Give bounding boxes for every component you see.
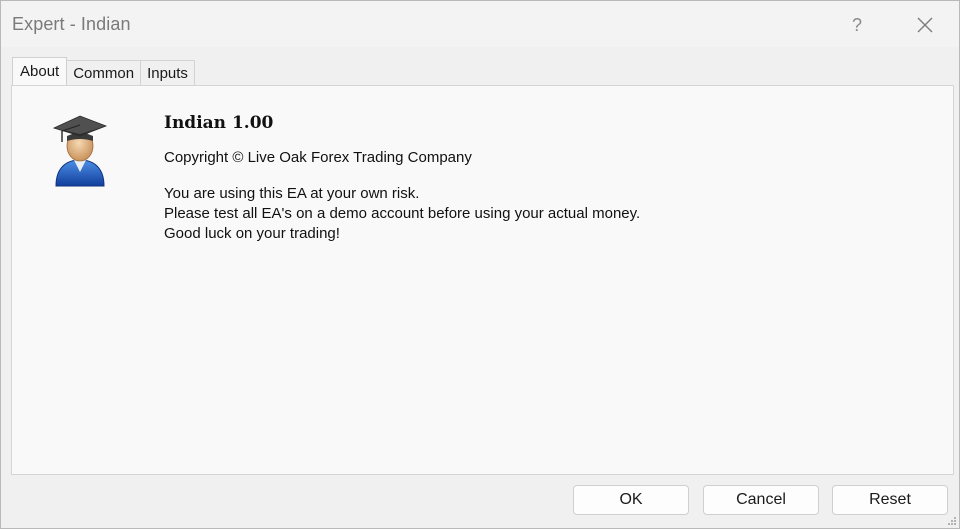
close-button[interactable]	[905, 9, 945, 41]
window-title: Expert - Indian	[12, 14, 131, 34]
about-panel: Indian 1.00 Copyright © Live Oak Forex T…	[11, 85, 954, 475]
tab-inputs[interactable]: Inputs	[140, 60, 195, 85]
help-icon: ?	[851, 14, 862, 35]
copyright-text: Copyright © Live Oak Forex Trading Compa…	[164, 149, 472, 166]
reset-button[interactable]: Reset	[832, 485, 948, 515]
tab-about[interactable]: About	[12, 57, 68, 85]
resize-grip-icon[interactable]	[947, 516, 957, 526]
help-button[interactable]: ?	[837, 9, 877, 41]
close-icon	[917, 17, 933, 33]
description-line: You are using this EA at your own risk.	[164, 185, 420, 202]
about-content: Indian 1.00 Copyright © Live Oak Forex T…	[164, 113, 640, 244]
ea-title: Indian 1.00	[164, 113, 274, 133]
tab-strip: About Common Inputs	[12, 57, 195, 85]
expert-dialog: Expert - Indian ? About Common Inputs In…	[0, 0, 960, 529]
title-bar: Expert - Indian ?	[1, 1, 959, 47]
description-line: Good luck on your trading!	[164, 225, 340, 242]
tab-common[interactable]: Common	[66, 60, 142, 85]
ok-button[interactable]: OK	[573, 485, 689, 515]
description-line: Please test all EA's on a demo account b…	[164, 205, 641, 222]
cancel-button[interactable]: Cancel	[703, 485, 819, 515]
graduate-user-icon	[52, 115, 108, 187]
